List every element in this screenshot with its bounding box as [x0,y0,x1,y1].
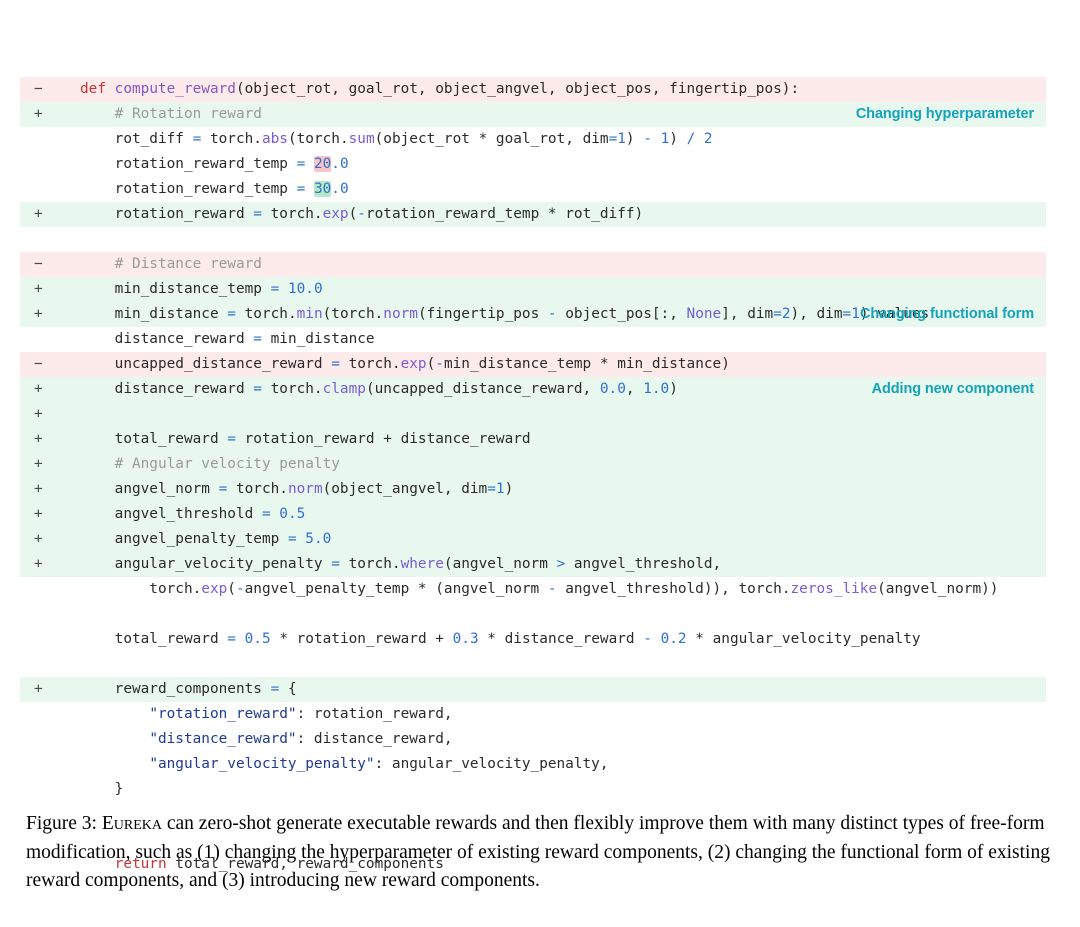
code-line-text: angvel_norm = torch.norm(object_angvel, … [80,481,514,497]
code-line-text: return total_reward, reward_components [80,856,444,872]
code-line-text: min_distance_temp = 10.0 [80,281,323,297]
code-line-text: angular_velocity_penalty = torch.where(a… [80,556,722,572]
code-line-text: total_reward = rotation_reward + distanc… [80,431,531,447]
code-line-text: distance_reward = min_distance [80,331,375,347]
code-line-text: def compute_reward(object_rot, goal_rot,… [80,81,800,97]
diff-marker-removed: − [34,256,43,272]
diff-marker-added: + [34,481,43,497]
code-line-text: # Distance reward [80,256,262,272]
figure-container: def compute_reward(object_rot, goal_rot,… [0,0,1080,898]
annotation-changing-hyperparameter: Changing hyperparameter [855,106,1034,122]
diff-marker-added: + [34,506,43,522]
diff-marker-added: + [34,281,43,297]
code-line: # Rotation reward [0,27,1080,122]
annotation-adding-new-component: Adding new component [871,381,1034,397]
code-diff-block: def compute_reward(object_rot, goal_rot,… [0,2,1080,872]
code-line: def compute_reward(object_rot, goal_rot,… [0,2,1080,97]
code-line-text: "distance_reward": distance_reward, [149,731,453,747]
diff-marker-removed: − [34,356,43,372]
code-line-text: uncapped_distance_reward = torch.exp(-mi… [80,356,730,372]
diff-marker-added: + [34,381,43,397]
diff-marker-added: + [34,681,43,697]
code-line: rot_diff = torch.abs(torch.sum(object_ro… [0,52,1080,147]
code-line-text: angvel_penalty_temp = 5.0 [80,531,332,547]
code-line-text: rotation_reward_temp = 20.0 [80,156,349,172]
code-line-text: rotation_reward_temp = 30.0 [80,181,349,197]
code-line-text: } [80,781,124,797]
code-line-text: "rotation_reward": rotation_reward, [149,706,453,722]
diff-marker-removed: − [34,81,43,97]
code-line-text: rot_diff = torch.abs(torch.sum(object_ro… [80,131,713,147]
code-line-text: angvel_threshold = 0.5 [80,506,306,522]
code-line-text: # Angular velocity penalty [80,456,340,472]
diff-marker-added: + [34,556,43,572]
code-line-text: torch.exp(-angvel_penalty_temp * (angvel… [80,581,999,597]
diff-marker-added: + [34,206,43,222]
code-line-text: reward_components = { [80,681,297,697]
diff-marker-added: + [34,406,43,422]
diff-marker-added: + [34,456,43,472]
diff-marker-added: + [34,431,43,447]
code-line-text: "angular_velocity_penalty": angular_velo… [149,756,609,772]
code-line-text: total_reward = 0.5 * rotation_reward + 0… [80,631,921,647]
diff-marker-added: + [34,306,43,322]
diff-marker-added: + [34,531,43,547]
code-line-text: rotation_reward = torch.exp(-rotation_re… [80,206,644,222]
annotation-changing-functional-form: Changing functional form [859,306,1034,322]
diff-marker-added: + [34,106,43,122]
